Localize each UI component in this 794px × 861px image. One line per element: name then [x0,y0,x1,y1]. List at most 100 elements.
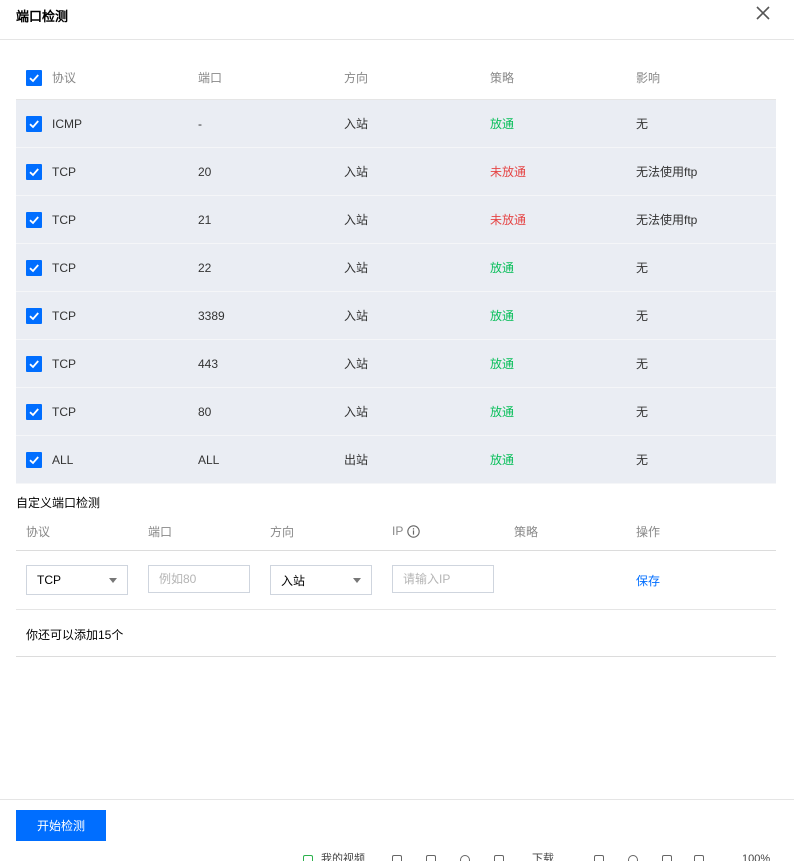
cell-policy: 放通 [490,117,515,131]
custom-header-ip: IP [392,512,421,550]
protocol-select[interactable]: TCP [26,565,128,595]
table-row: TCP 443 入站 放通 无 [16,340,776,388]
cell-port: 3389 [198,308,225,323]
header-direction: 方向 [344,71,369,85]
cell-port: ALL [198,452,220,467]
table-header: 协议 端口 方向 策略 影响 [16,56,776,100]
cell-protocol: TCP [52,212,76,227]
port-check-table: 协议 端口 方向 策略 影响 ICMP - 入站 放通无 TCP 20 入站 未放通 无法使用f… [16,56,776,484]
table-row: ALL ALL 出站 放通 无 [16,436,776,484]
cell-protocol: TCP [52,260,76,275]
dialog-title: 端口检测 [16,9,69,24]
table-row: TCP 80 入站 放通 无 [16,388,776,436]
my-video-label[interactable]: 我的视频 [321,853,365,861]
row-checkbox[interactable] [26,100,42,147]
volume-icon[interactable] [694,855,704,861]
row-checkbox[interactable] [26,292,42,339]
row-checkbox[interactable] [26,436,42,483]
dialog-footer: 开始检测 [0,799,794,849]
cell-port: 443 [198,356,219,371]
cell-port: 21 [198,212,212,227]
cell-port: - [198,116,202,131]
custom-header-action: 操作 [636,524,661,539]
screen-icon[interactable] [426,855,436,861]
cell-policy: 放通 [490,261,515,275]
cell-direction: 出站 [344,453,369,467]
header-protocol: 协议 [52,71,77,85]
close-icon[interactable] [754,4,772,22]
checkbox-checked-icon [26,451,42,468]
custom-header-policy: 策略 [514,524,539,539]
table-row: TCP 22 入站 放通 无 [16,244,776,292]
cell-direction: 入站 [344,213,369,227]
window-icon[interactable] [662,855,672,861]
cell-policy: 放通 [490,309,515,323]
select-all-checkbox[interactable] [26,56,42,99]
custom-check-title: 自定义端口检测 [16,496,101,510]
row-checkbox[interactable] [26,340,42,387]
cell-direction: 入站 [344,357,369,371]
cell-policy: 未放通 [490,165,527,179]
ip-input[interactable] [392,565,494,593]
browser-icon[interactable] [628,855,638,861]
dialog-header: 端口检测 [0,0,794,40]
header-impact: 影响 [636,71,661,85]
checkbox-checked-icon [26,307,42,324]
row-checkbox[interactable] [26,388,42,435]
checkbox-checked-icon [26,403,42,420]
direction-select[interactable]: 入站 [270,565,372,595]
cell-impact: 无 [636,357,649,371]
checkbox-checked-icon [26,259,42,276]
custom-table-header: 协议 端口 方向 IP 策略 操作 [16,512,776,551]
table-row: TCP 21 入站 未放通 无法使用ftp [16,196,776,244]
remaining-count-text: 你还可以添加15个 [26,628,124,642]
checkbox-checked-icon [26,163,42,180]
cell-protocol: TCP [52,164,76,179]
custom-header-direction: 方向 [270,524,295,539]
cell-policy: 放通 [490,357,515,371]
direction-select-value: 入站 [281,573,306,588]
save-link[interactable]: 保存 [636,565,660,595]
custom-header-ip-label: IP [392,524,404,538]
checkbox-checked-icon [26,355,42,372]
heart-icon[interactable] [460,855,470,861]
table-row: TCP 3389 入站 放通 无 [16,292,776,340]
table-row: ICMP - 入站 放通 无 [16,100,776,148]
cell-port: 20 [198,164,212,179]
download-label[interactable]: 下载 [532,853,554,861]
row-checkbox[interactable] [26,148,42,195]
bottom-status-strip: 我的视频 下载 100% [0,849,794,861]
info-icon[interactable] [407,524,421,538]
caret-down-icon [109,578,117,583]
share-icon[interactable] [494,855,504,861]
cell-protocol: ALL [52,452,74,467]
cell-protocol: ICMP [52,116,82,131]
cell-direction: 入站 [344,117,369,131]
cell-port: 80 [198,404,212,419]
caret-down-icon [353,578,361,583]
video-icon[interactable] [303,855,313,861]
table-row: TCP 20 入站 未放通 无法使用ftp [16,148,776,196]
cell-impact: 无 [636,117,649,131]
start-check-button[interactable]: 开始检测 [16,810,106,841]
zoom-label[interactable]: 100% [742,853,770,861]
cell-impact: 无法使用ftp [636,213,698,227]
port-input[interactable] [148,565,250,593]
cell-port: 22 [198,260,212,275]
phone-icon[interactable] [594,855,604,861]
shield-icon[interactable] [392,855,402,861]
row-checkbox[interactable] [26,244,42,291]
checkbox-checked-icon [26,69,42,86]
protocol-select-value: TCP [37,573,61,587]
header-policy: 策略 [490,71,515,85]
cell-policy: 未放通 [490,213,527,227]
cell-direction: 入站 [344,405,369,419]
cell-impact: 无 [636,309,649,323]
row-checkbox[interactable] [26,196,42,243]
cell-protocol: TCP [52,356,76,371]
custom-header-protocol: 协议 [26,524,51,539]
cell-direction: 入站 [344,309,369,323]
cell-impact: 无 [636,261,649,275]
header-port: 端口 [198,71,223,85]
cell-impact: 无 [636,405,649,419]
